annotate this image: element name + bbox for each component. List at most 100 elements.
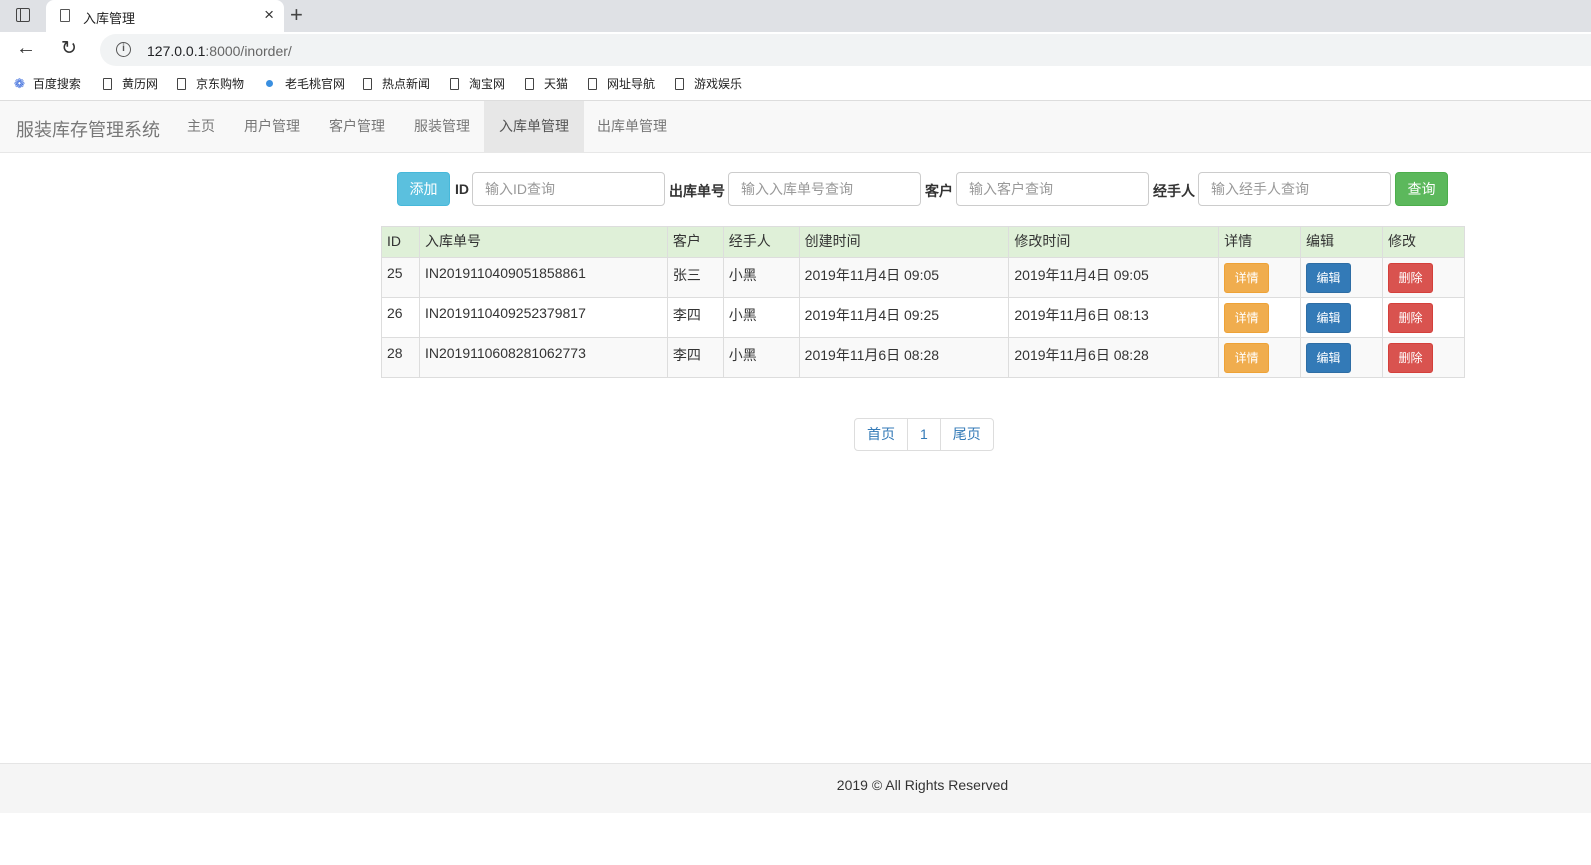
- nav-item-users[interactable]: 用户管理: [229, 101, 315, 152]
- detail-button[interactable]: 详情: [1224, 303, 1270, 333]
- cell-order-number: IN2019110608281062773: [418, 337, 668, 378]
- pagination: 首页 1 尾页: [854, 418, 994, 451]
- page-icon: [588, 78, 597, 90]
- bookmark-item[interactable]: 天猫: [525, 75, 568, 92]
- reload-icon[interactable]: ↻: [61, 37, 77, 60]
- bookmark-label: 游戏娱乐: [694, 77, 743, 91]
- cell-delete: 删除: [1381, 297, 1466, 338]
- cell-detail: 详情: [1218, 297, 1302, 338]
- column-header: 详情: [1218, 226, 1302, 258]
- delete-button[interactable]: 删除: [1387, 343, 1433, 373]
- table-header-row: ID 入库单号 客户 经手人 创建时间 修改时间 详情 编辑 修改: [381, 226, 1466, 258]
- bookmark-label: 老毛桃官网: [285, 77, 346, 91]
- bookmarks-bar: ❁ 百度搜索 黄历网 京东购物 老毛桃官网 热点新闻 淘宝网 天猫 网址导航 游戏…: [0, 68, 1591, 100]
- cell-edit: 编辑: [1300, 337, 1383, 378]
- cell-handler: 小黑: [722, 297, 800, 338]
- browser-tab[interactable]: 入库管理 ×: [46, 0, 284, 32]
- bookmark-label: 网址导航: [607, 77, 656, 91]
- cell-detail: 详情: [1218, 337, 1302, 378]
- cell-handler: 小黑: [722, 257, 800, 298]
- bookmark-label: 百度搜索: [32, 77, 81, 91]
- cell-delete: 删除: [1381, 337, 1466, 378]
- handler-label: 经手人: [1153, 183, 1195, 199]
- column-header: 创建时间: [798, 226, 1010, 258]
- cell-detail: 详情: [1218, 257, 1302, 298]
- bookmark-item[interactable]: 淘宝网: [450, 75, 505, 92]
- cell-customer: 张三: [666, 257, 724, 298]
- bookmark-label: 天猫: [544, 77, 569, 91]
- baidu-paw-icon: ❁: [14, 76, 25, 91]
- url-host: 127.0.0.1: [147, 43, 206, 59]
- detail-button[interactable]: 详情: [1224, 263, 1270, 293]
- page-icon: [675, 78, 684, 90]
- cell-id: 28: [381, 337, 420, 378]
- cell-created: 2019年11月6日 08:28: [798, 337, 1010, 378]
- nav-item-inorders[interactable]: 入库单管理: [484, 101, 584, 152]
- bookmark-item[interactable]: 游戏娱乐: [675, 75, 742, 92]
- column-header: 客户: [666, 226, 724, 258]
- cell-modified: 2019年11月6日 08:13: [1008, 297, 1220, 338]
- column-header: 编辑: [1300, 226, 1383, 258]
- bookmark-item[interactable]: 黄历网: [103, 75, 158, 92]
- pagination-first[interactable]: 首页: [854, 418, 908, 451]
- customer-search-input[interactable]: [956, 172, 1149, 206]
- cell-created: 2019年11月4日 09:05: [798, 257, 1010, 298]
- address-bar-row: ← ↻ i 127.0.0.1:8000/inorder/: [0, 32, 1591, 68]
- cell-handler: 小黑: [722, 337, 800, 378]
- query-button[interactable]: 查询: [1395, 172, 1448, 206]
- edit-button[interactable]: 编辑: [1306, 343, 1352, 373]
- cell-customer: 李四: [666, 297, 724, 338]
- page-footer: 2019 © All Rights Reserved: [0, 763, 1591, 813]
- cell-edit: 编辑: [1300, 297, 1383, 338]
- bookmark-label: 热点新闻: [382, 77, 431, 91]
- page-icon: [525, 78, 534, 90]
- bookmark-item[interactable]: ❁ 百度搜索: [14, 75, 81, 92]
- handler-search-input[interactable]: [1198, 172, 1391, 206]
- nav-item-home[interactable]: 主页: [172, 101, 230, 152]
- cell-order-number: IN2019110409051858861: [418, 257, 668, 298]
- bookmark-label: 淘宝网: [469, 77, 506, 91]
- detail-button[interactable]: 详情: [1224, 343, 1270, 373]
- cell-edit: 编辑: [1300, 257, 1383, 298]
- bookmark-item[interactable]: 网址导航: [588, 75, 655, 92]
- url-text: 127.0.0.1:8000/inorder/: [147, 43, 292, 59]
- column-header: ID: [381, 226, 420, 258]
- url-path: :8000/inorder/: [205, 43, 292, 59]
- page-icon: [103, 78, 112, 90]
- tab-title: 入库管理: [83, 11, 136, 26]
- tab-close-icon[interactable]: ×: [264, 6, 274, 24]
- inorder-table: ID 入库单号 客户 经手人 创建时间 修改时间 详情 编辑 修改 25 IN2…: [381, 226, 1466, 378]
- pagination-page[interactable]: 1: [907, 418, 941, 451]
- column-header: 经手人: [722, 226, 800, 258]
- tab-actions-icon[interactable]: [16, 8, 30, 22]
- order-number-search-input[interactable]: [728, 172, 921, 206]
- bookmark-item[interactable]: 京东购物: [177, 75, 244, 92]
- delete-button[interactable]: 删除: [1387, 303, 1433, 333]
- cell-modified: 2019年11月4日 09:05: [1008, 257, 1220, 298]
- table-row: 25 IN2019110409051858861 张三 小黑 2019年11月4…: [381, 257, 1466, 298]
- order-number-label: 出库单号: [669, 183, 725, 199]
- new-tab-icon[interactable]: +: [290, 2, 303, 28]
- cell-created: 2019年11月4日 09:25: [798, 297, 1010, 338]
- url-field[interactable]: i 127.0.0.1:8000/inorder/: [100, 34, 1591, 66]
- cell-order-number: IN2019110409252379817: [418, 297, 668, 338]
- nav-item-customers[interactable]: 客户管理: [314, 101, 400, 152]
- pagination-last[interactable]: 尾页: [939, 418, 994, 451]
- bookmark-item[interactable]: 热点新闻: [363, 75, 430, 92]
- app-navbar: 服装库存管理系统 主页 用户管理 客户管理 服装管理 入库单管理 出库单管理: [0, 100, 1591, 153]
- app-brand[interactable]: 服装库存管理系统: [16, 116, 160, 142]
- delete-button[interactable]: 删除: [1387, 263, 1433, 293]
- edit-button[interactable]: 编辑: [1306, 303, 1352, 333]
- edit-button[interactable]: 编辑: [1306, 263, 1352, 293]
- page-icon: [450, 78, 459, 90]
- site-info-icon[interactable]: i: [116, 42, 131, 57]
- nav-item-outorders[interactable]: 出库单管理: [582, 101, 682, 152]
- cell-customer: 李四: [666, 337, 724, 378]
- id-search-input[interactable]: [472, 172, 665, 206]
- add-button[interactable]: 添加: [397, 172, 450, 206]
- nav-item-clothing[interactable]: 服装管理: [399, 101, 485, 152]
- bookmark-item[interactable]: 老毛桃官网: [266, 75, 345, 92]
- back-arrow-icon[interactable]: ←: [16, 37, 36, 60]
- cell-modified: 2019年11月6日 08:28: [1008, 337, 1220, 378]
- column-header: 修改时间: [1008, 226, 1220, 258]
